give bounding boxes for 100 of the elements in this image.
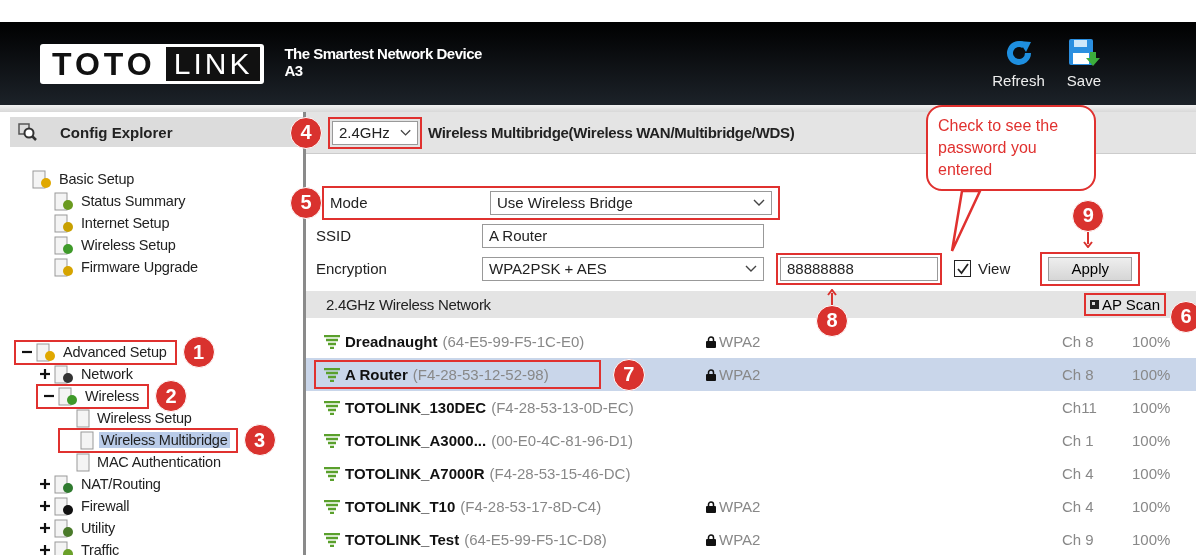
signal-strength: 100%: [1132, 333, 1172, 350]
expand-icon[interactable]: [40, 545, 50, 555]
search-icon: [18, 123, 38, 141]
signal-icon: [324, 466, 340, 481]
list-title: 2.4GHz Wireless Network: [326, 296, 491, 313]
tree-item[interactable]: Firmware Upgrade: [79, 259, 200, 275]
tree-item[interactable]: Advanced Setup: [61, 344, 169, 360]
channel: Ch 1: [1062, 432, 1095, 449]
signal-strength: 100%: [1132, 366, 1172, 383]
mac-address: (00-E0-4C-81-96-D1): [491, 432, 633, 449]
callout-number: 1: [182, 336, 215, 368]
save-button[interactable]: Save: [1066, 38, 1101, 89]
mac-address: (64-E5-99-F5-1C-E0): [442, 333, 585, 350]
apply-button[interactable]: Apply: [1048, 256, 1133, 281]
mode-dropdown[interactable]: Use Wireless Bridge: [490, 190, 772, 215]
save-icon: [1067, 38, 1100, 68]
mac-address: (F4-28-53-12-52-98): [412, 366, 549, 383]
tree-item[interactable]: MAC Authentication: [95, 454, 223, 470]
field-label: Encryption: [316, 260, 388, 277]
mac-address: (F4-28-53-17-8D-C4): [460, 498, 602, 515]
signal-strength: 100%: [1132, 531, 1172, 548]
checkbox-label: View: [978, 260, 1011, 277]
network-row[interactable]: TOTOLINK_A7000R (F4-28-53-15-46-DC) Ch 4 100%: [306, 457, 1196, 490]
refresh-button[interactable]: Refresh: [992, 38, 1045, 89]
chevron-icon: [399, 128, 411, 137]
panel-title: Config Explorer: [60, 123, 173, 141]
security-type: WPA2: [719, 498, 761, 515]
scan-icon: [1089, 300, 1099, 309]
callout-number: 6: [1170, 300, 1196, 333]
mac-address: (64-E5-99-F5-1C-D8): [464, 531, 607, 548]
view-checkbox[interactable]: [954, 260, 971, 277]
page-title: Wireless Multibridge(Wireless WAN/Multibridge/WDS): [428, 124, 795, 141]
field-label: Mode: [330, 194, 369, 211]
expand-icon[interactable]: [40, 523, 50, 533]
signal-icon: [324, 367, 340, 382]
network-row[interactable]: A Router (F4-28-53-12-52-98) 7 WPA2 Ch 8 100%: [306, 358, 1196, 391]
channel: Ch 4: [1062, 498, 1095, 515]
callout-bubble: Check to see the password you entered: [926, 105, 1096, 191]
network-name: TOTOLINK_A7000R: [345, 465, 485, 482]
channel: Ch 8: [1062, 333, 1095, 350]
network-name: Dreadnaught: [345, 333, 438, 350]
password-field[interactable]: 88888888: [780, 256, 938, 281]
signal-strength: 100%: [1132, 498, 1172, 515]
network-name: TOTOLINK_T10: [345, 498, 456, 515]
ssid-field[interactable]: A Router: [482, 223, 764, 248]
tree-item[interactable]: Basic Setup: [57, 171, 137, 187]
tree-item[interactable]: Wireless: [83, 388, 141, 404]
channel: Ch 9: [1062, 531, 1095, 548]
page-icon: [80, 430, 94, 450]
band-dropdown[interactable]: 2.4GHz: [332, 120, 418, 145]
network-name: A Router: [345, 366, 408, 383]
tree-item[interactable]: NAT/Routing: [79, 476, 163, 492]
channel: Ch 8: [1062, 366, 1095, 383]
channel: Ch11: [1062, 399, 1098, 416]
tree-item[interactable]: Traffic: [79, 542, 122, 555]
expand-icon[interactable]: [40, 369, 50, 379]
signal-icon: [324, 532, 340, 547]
security-type: WPA2: [719, 333, 761, 350]
tree-item[interactable]: Network: [79, 366, 135, 382]
network-row[interactable]: TOTOLINK_Test (64-E5-99-F5-1C-D8) WPA2 Ch 9 100%: [306, 523, 1196, 555]
signal-icon: [324, 433, 340, 448]
encryption-dropdown[interactable]: WPA2PSK + AES: [482, 256, 764, 281]
signal-icon: [324, 334, 340, 349]
signal-icon: [324, 400, 340, 415]
mac-address: (F4-28-53-13-0D-EC): [491, 399, 634, 416]
logo-text: TOTO: [52, 46, 156, 81]
tree-item[interactable]: Internet Setup: [79, 215, 172, 231]
ap-scan-button[interactable]: AP Scan: [1089, 296, 1160, 313]
callout-number: 3: [243, 424, 276, 456]
security-type: WPA2: [719, 366, 761, 383]
network-row[interactable]: TOTOLINK_A3000... (00-E0-4C-81-96-D1) Ch 1 100%: [306, 424, 1196, 457]
page-icon: [76, 408, 90, 428]
logo-text: LINK: [165, 46, 261, 81]
tree-item[interactable]: Wireless Setup: [79, 237, 178, 253]
expand-icon[interactable]: [40, 479, 50, 489]
network-name: TOTOLINK_Test: [345, 531, 460, 548]
expand-icon[interactable]: [40, 501, 50, 511]
page-icon: [76, 452, 90, 472]
network-name: TOTOLINK_130DEC: [345, 399, 487, 416]
signal-strength: 100%: [1132, 432, 1172, 449]
network-name: TOTOLINK_A3000...: [345, 432, 487, 449]
model-name: A3: [284, 62, 304, 79]
callout-number: 5: [290, 186, 322, 219]
security-type: WPA2: [719, 531, 761, 548]
tree-item[interactable]: Utility: [79, 520, 118, 536]
callout-number: 2: [155, 380, 187, 412]
tagline: The Smartest Network Device: [284, 45, 482, 62]
tree-item[interactable]: Wireless Setup: [95, 410, 194, 426]
network-row[interactable]: TOTOLINK_T10 (F4-28-53-17-8D-C4) WPA2 Ch 4 100%: [306, 490, 1196, 523]
signal-icon: [324, 499, 340, 514]
callout-number: 9: [1072, 199, 1105, 232]
tree-item[interactable]: Wireless Multibridge: [99, 432, 230, 448]
tree-item[interactable]: Status Summary: [79, 193, 188, 209]
callout-number: 7: [612, 358, 645, 391]
callout-number: 4: [290, 116, 322, 149]
signal-strength: 100%: [1132, 465, 1172, 482]
network-row[interactable]: TOTOLINK_130DEC (F4-28-53-13-0D-EC) Ch11 100%: [306, 391, 1196, 424]
pointer-arrow: [1083, 231, 1094, 248]
pointer-arrow: [827, 288, 837, 305]
tree-item[interactable]: Firewall: [79, 498, 132, 514]
